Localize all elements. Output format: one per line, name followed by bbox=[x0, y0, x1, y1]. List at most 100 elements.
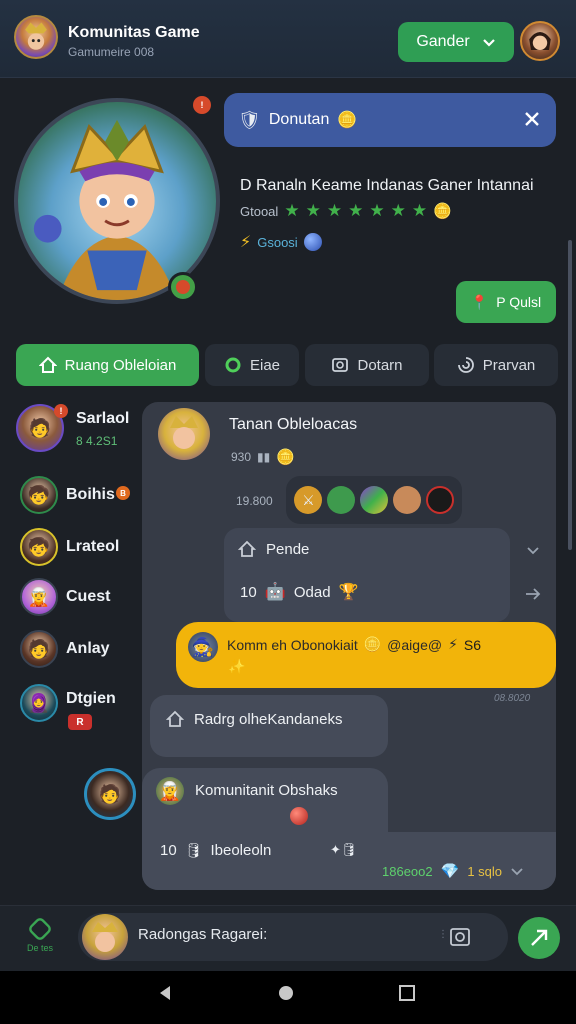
status-row: ⚡ Gsoosi bbox=[240, 232, 322, 252]
send-button[interactable] bbox=[518, 917, 560, 959]
star-icon: ★ bbox=[411, 201, 428, 220]
arrow-right-icon[interactable] bbox=[524, 586, 542, 602]
star-icon: ★ bbox=[326, 201, 343, 220]
star-icon: ★ bbox=[390, 201, 406, 220]
row-time: 19.800 bbox=[236, 494, 273, 508]
list-item[interactable]: 🧒 Boihis B bbox=[20, 476, 140, 516]
bottom-meta-row: 10 🛢 Ibeoleoln bbox=[160, 842, 271, 859]
community-avatar[interactable] bbox=[14, 15, 58, 59]
scrollbar[interactable] bbox=[568, 240, 572, 550]
user-meta: 8 4.2S1 bbox=[76, 434, 118, 448]
dots-icon: ⋮ bbox=[438, 929, 448, 940]
tab-prarvan[interactable]: Prarvan bbox=[434, 344, 558, 386]
hero-notification-badge: ! bbox=[193, 96, 211, 114]
list-item[interactable]: 🧑 ! Sarlaol 8 4.2S1 bbox=[16, 404, 140, 454]
list-item[interactable]: 🧕 Dtgien R bbox=[20, 684, 140, 736]
sword-icon[interactable]: ⚔ bbox=[294, 486, 323, 514]
bottom-num: 10 bbox=[160, 842, 177, 859]
user-name: Boihis bbox=[66, 486, 115, 503]
user-avatar: 🧒 bbox=[20, 528, 58, 566]
user-badge: B bbox=[116, 486, 130, 500]
face-icon[interactable] bbox=[392, 486, 421, 514]
bottom-card[interactable] bbox=[142, 768, 388, 838]
card-title: Tanan Obleloacas bbox=[229, 416, 358, 433]
highlight-message[interactable] bbox=[176, 622, 556, 688]
coin-icon: 🪙 bbox=[433, 203, 452, 220]
app-title: Komunitas Game bbox=[68, 24, 200, 41]
back-icon[interactable] bbox=[156, 984, 174, 1002]
tab-label: Dotarn bbox=[357, 356, 403, 374]
send-icon bbox=[531, 929, 548, 946]
bottom-count: 1 sqlo bbox=[467, 863, 503, 879]
bottom-title: Komunitanit Obshaks bbox=[195, 782, 338, 799]
gender-button-label: Gander bbox=[416, 33, 470, 50]
user-avatar: 🧕 bbox=[20, 684, 58, 722]
user-avatar: 🧑 bbox=[20, 630, 58, 668]
pende-title: Pende bbox=[266, 540, 310, 558]
home-nav-icon[interactable] bbox=[276, 983, 296, 1003]
hero-mask-icon bbox=[92, 922, 118, 952]
star-icon: ★ bbox=[369, 201, 385, 220]
user-badge: ! bbox=[54, 404, 68, 418]
dark-face-icon[interactable] bbox=[425, 486, 454, 514]
pende-meta-num: 10 bbox=[240, 583, 257, 601]
hero-mask-icon bbox=[170, 416, 198, 449]
hero-character-icon bbox=[33, 119, 177, 300]
card-author-avatar[interactable] bbox=[158, 408, 210, 460]
list-item[interactable]: 🧑 Anlay bbox=[20, 630, 140, 670]
pende-meta-row: 10 🤖 Odad 🏆 bbox=[240, 582, 358, 602]
user-name: Sarlaol bbox=[76, 410, 130, 427]
reply-row: Radrg olheKandaneks bbox=[166, 710, 342, 728]
reaction-row[interactable]: ⚔ bbox=[286, 476, 462, 524]
bottom-card-avatar: 🧝 bbox=[156, 777, 184, 805]
recents-icon[interactable] bbox=[398, 984, 416, 1002]
close-icon[interactable] bbox=[522, 109, 542, 129]
shield-icon: 🛡 bbox=[238, 109, 261, 130]
chevron-down-icon[interactable] bbox=[510, 864, 524, 878]
hero-pill-label: P Qulsl bbox=[496, 294, 542, 310]
user-face-icon bbox=[529, 32, 551, 50]
pende-header: Pende bbox=[238, 540, 309, 558]
sidebar-user-list: 🧑 ! Sarlaol 8 4.2S1 🧒 Boihis B 🧒 Lrateol… bbox=[0, 400, 140, 750]
highlight-time: 08.8020 bbox=[494, 693, 531, 704]
gender-dropdown-button[interactable]: Gander bbox=[398, 22, 514, 62]
camera-icon[interactable] bbox=[449, 926, 471, 948]
coin-icon: 🪙 bbox=[276, 449, 295, 466]
lightning-icon: ⚡ bbox=[448, 636, 458, 652]
user-badge: R bbox=[68, 714, 92, 730]
chevron-down-icon bbox=[482, 39, 495, 47]
tab-dotarn[interactable]: Dotarn bbox=[305, 344, 429, 386]
tab-label: Prarvan bbox=[482, 356, 536, 374]
status-label: Gsoosi bbox=[257, 234, 298, 250]
list-item[interactable]: 🧒 Lrateol bbox=[20, 528, 140, 568]
list-item[interactable]: 🧝 Cuest bbox=[20, 578, 140, 618]
star-icon: ★ bbox=[305, 201, 321, 220]
user-name: Cuest bbox=[66, 588, 111, 605]
sparkle-icon: ✦🛢 bbox=[330, 842, 358, 857]
profile-avatar[interactable] bbox=[520, 21, 560, 61]
highlight-text-row: Komm eh Obonokiait 🪙 @aige@ ⚡ S6 bbox=[227, 636, 481, 653]
hero-mask-icon bbox=[25, 22, 47, 50]
bottom-text: Ibeoleoln bbox=[210, 842, 272, 859]
donation-banner[interactable]: 🛡 Donutan 🪙 bbox=[224, 93, 556, 147]
hero-pill-button[interactable]: 📍 P Qulsl bbox=[456, 281, 556, 323]
coin-icon: 🪙 bbox=[363, 636, 382, 652]
home-icon bbox=[38, 356, 57, 373]
coin-icon: 🪙 bbox=[337, 112, 358, 129]
highlight-avatar: 🧙 bbox=[188, 632, 218, 662]
tab-ruang[interactable]: Ruang Obleloian bbox=[16, 344, 199, 386]
green-face-icon[interactable] bbox=[327, 486, 356, 514]
top-header: Komunitas Game Gamumeire 008 Gander bbox=[0, 0, 576, 78]
tab-eiae[interactable]: Eiae bbox=[205, 344, 299, 386]
composer-left-button[interactable]: De tes bbox=[20, 918, 60, 962]
star-icon: ★ bbox=[348, 201, 364, 220]
rainbow-icon[interactable] bbox=[359, 486, 388, 514]
chevron-down-icon[interactable] bbox=[525, 542, 541, 558]
bottom-author-avatar[interactable]: 🧑 bbox=[84, 768, 136, 820]
swirl-icon bbox=[457, 357, 474, 373]
sparkle-icon: ✨ bbox=[228, 658, 246, 674]
user-name: Dtgien bbox=[66, 690, 116, 707]
highlight-suffix: @aige@ bbox=[387, 636, 443, 653]
composer-avatar bbox=[82, 914, 128, 960]
chart-icon: ▮▮ bbox=[257, 450, 271, 464]
